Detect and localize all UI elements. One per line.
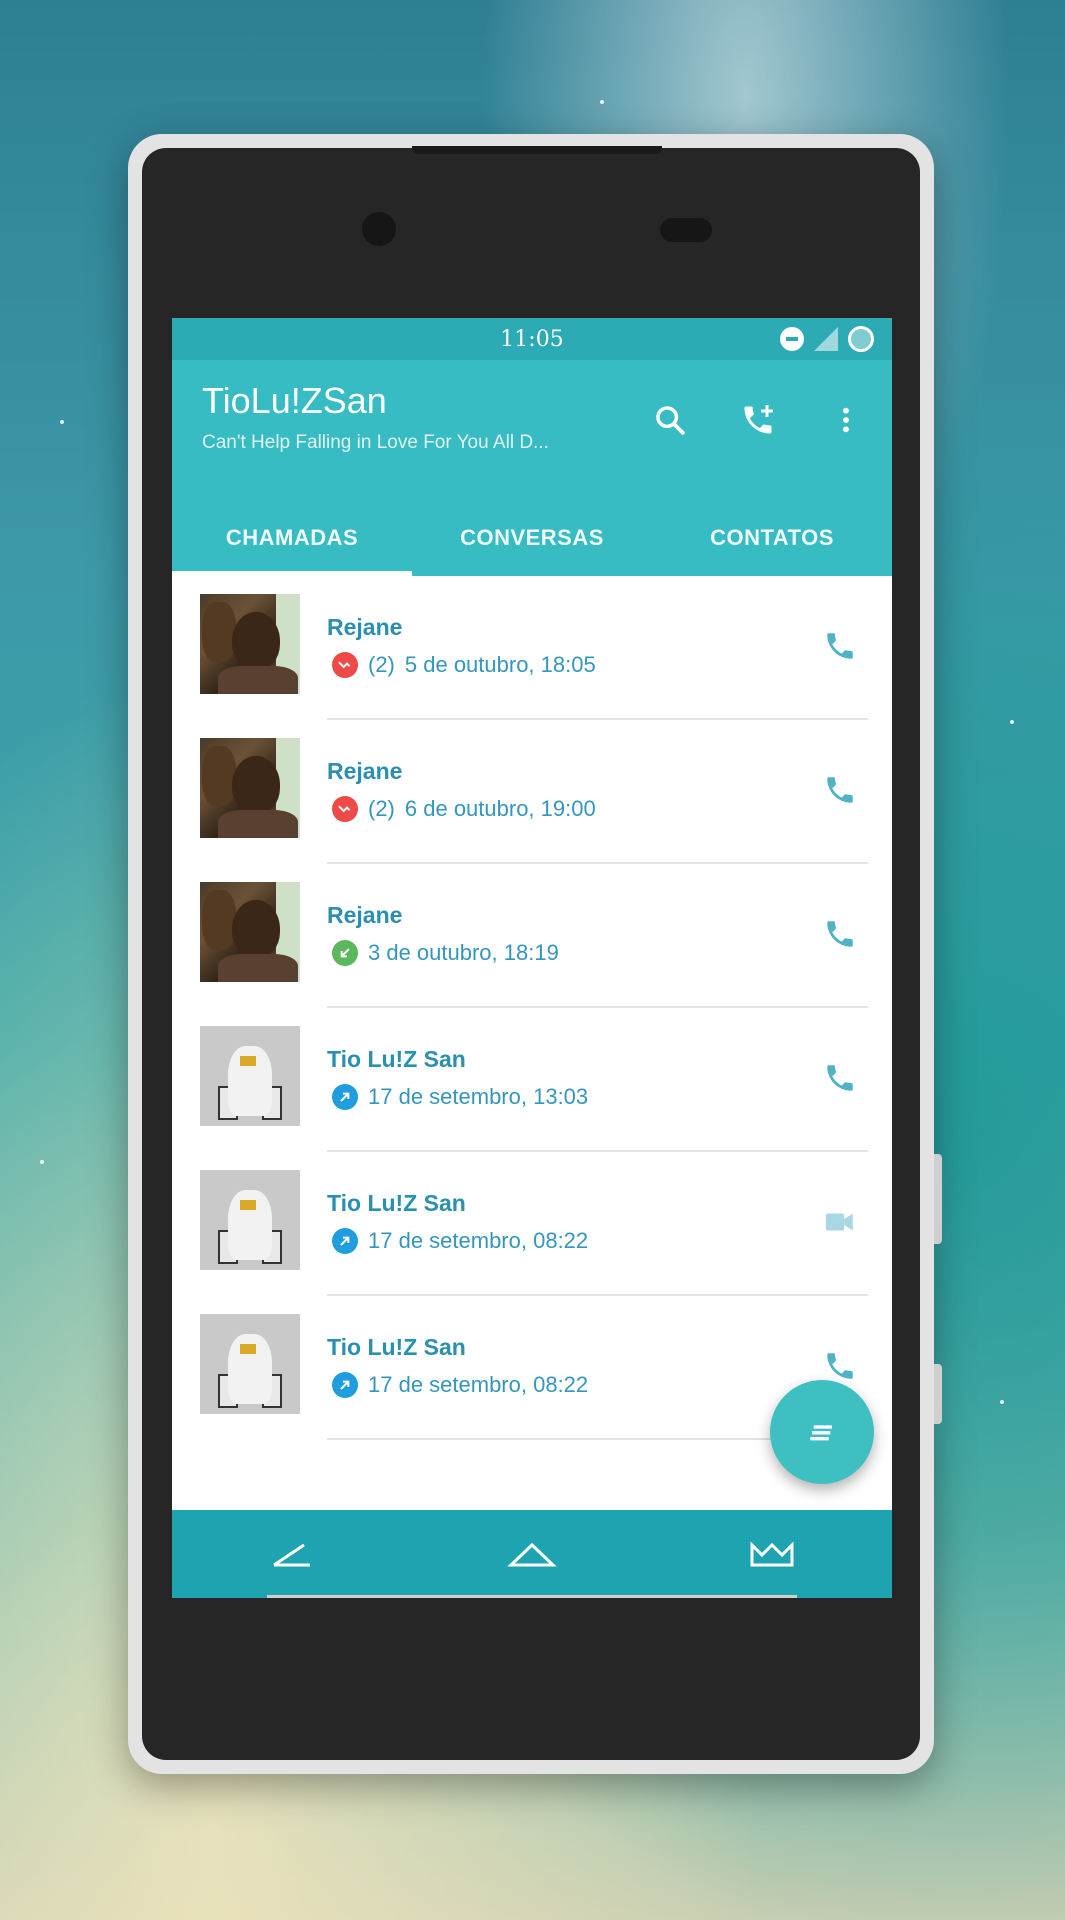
- received-call-icon: [332, 940, 358, 966]
- contact-name: Rejane: [327, 614, 403, 640]
- search-button[interactable]: [646, 396, 694, 444]
- crown-icon: [750, 1541, 794, 1567]
- missed-call-icon: [332, 652, 358, 678]
- call-meta: (2) 5 de outubro, 18:05: [332, 652, 596, 678]
- phone-icon: [827, 633, 853, 659]
- call-list: Rejane (2) 5 de outubro, 18:05 Rejane (2…: [172, 576, 892, 1440]
- call-meta: 17 de setembro, 08:22: [332, 1372, 588, 1398]
- avatar[interactable]: [200, 738, 300, 838]
- app-subtitle: Can't Help Falling in Love For You All D…: [202, 432, 549, 453]
- call-date: 17 de setembro, 08:22: [368, 1372, 589, 1397]
- more-vert-icon: [843, 407, 849, 433]
- outgoing-call-icon: [332, 1228, 358, 1254]
- dialpad-icon: [810, 1425, 832, 1441]
- back-icon: [273, 1543, 310, 1567]
- avatar[interactable]: [200, 1314, 300, 1414]
- missed-call-icon: [332, 796, 358, 822]
- app-bar: TioLu!ZSan Can't Help Falling in Love Fo…: [172, 360, 892, 500]
- status-time: 11:05: [500, 326, 564, 352]
- call-back-button[interactable]: [816, 766, 864, 814]
- do-not-disturb-icon: [780, 327, 804, 351]
- call-date: 6 de outubro, 19:00: [404, 796, 596, 821]
- contact-name: Rejane: [327, 902, 403, 928]
- tab-chamadas[interactable]: CHAMADAS: [172, 500, 412, 576]
- call-row[interactable]: Tio Lu!Z San 17 de setembro, 13:03: [172, 1008, 892, 1152]
- video-call-button[interactable]: [816, 1198, 864, 1246]
- call-meta: (2) 6 de outubro, 19:00: [332, 796, 596, 822]
- tab-bar: CHAMADAS CONVERSAS CONTATOS: [172, 500, 892, 576]
- front-camera: [362, 212, 396, 246]
- tab-contatos[interactable]: CONTATOS: [652, 500, 892, 576]
- background-star: [40, 1160, 44, 1164]
- signal-icon: [814, 327, 838, 351]
- background-star: [600, 100, 604, 104]
- phone-screen: 11:05 TioLu!ZSan Can't Help Falling in L…: [172, 318, 892, 1598]
- app-bar-actions: [646, 396, 870, 444]
- side-button: [934, 1364, 942, 1424]
- earpiece: [412, 146, 662, 154]
- status-bar: 11:05: [172, 318, 892, 360]
- status-icons: [780, 326, 874, 352]
- call-count: (2): [368, 652, 395, 677]
- avatar[interactable]: [200, 594, 300, 694]
- call-row[interactable]: Rejane 3 de outubro, 18:19: [172, 864, 892, 1008]
- phone-icon: [827, 1065, 853, 1091]
- call-row[interactable]: Rejane (2) 6 de outubro, 19:00: [172, 720, 892, 864]
- call-row[interactable]: Tio Lu!Z San 17 de setembro, 08:22: [172, 1152, 892, 1296]
- new-call-fab[interactable]: [770, 1380, 874, 1484]
- nav-home-button[interactable]: [412, 1510, 652, 1598]
- call-meta: 3 de outubro, 18:19: [332, 940, 559, 966]
- call-row[interactable]: Rejane (2) 5 de outubro, 18:05: [172, 576, 892, 720]
- call-back-button[interactable]: [816, 1054, 864, 1102]
- call-date: 17 de setembro, 08:22: [368, 1228, 589, 1253]
- outgoing-call-icon: [332, 1372, 358, 1398]
- avatar[interactable]: [200, 1026, 300, 1126]
- contact-name: Tio Lu!Z San: [327, 1190, 466, 1216]
- add-call-button[interactable]: [734, 396, 782, 444]
- home-icon: [507, 1542, 557, 1567]
- phone-icon: [827, 1353, 853, 1379]
- proximity-sensor: [660, 218, 712, 242]
- outgoing-call-icon: [332, 1084, 358, 1110]
- background-star: [1010, 720, 1014, 724]
- call-date: 17 de setembro, 13:03: [368, 1084, 589, 1109]
- add-call-icon: [744, 405, 773, 434]
- call-date: 5 de outubro, 18:05: [404, 652, 596, 677]
- nav-recents-button[interactable]: [652, 1510, 892, 1598]
- call-meta: 17 de setembro, 13:03: [332, 1084, 588, 1110]
- phone-icon: [827, 777, 853, 803]
- call-back-button[interactable]: [816, 910, 864, 958]
- avatar[interactable]: [200, 1170, 300, 1270]
- app-title: TioLu!ZSan: [202, 380, 387, 421]
- call-meta: 17 de setembro, 08:22: [332, 1228, 588, 1254]
- call-date: 3 de outubro, 18:19: [368, 940, 559, 965]
- contact-name: Tio Lu!Z San: [327, 1334, 466, 1360]
- nav-back-button[interactable]: [172, 1510, 412, 1598]
- navigation-bar: [172, 1510, 892, 1598]
- video-camera-icon: [825, 1213, 853, 1231]
- avatar[interactable]: [200, 882, 300, 982]
- contact-name: Tio Lu!Z San: [327, 1046, 466, 1072]
- phone-icon: [827, 921, 853, 947]
- battery-icon: [848, 326, 874, 352]
- contact-name: Rejane: [327, 758, 403, 784]
- call-count: (2): [368, 796, 395, 821]
- side-button: [934, 1154, 942, 1244]
- more-options-button[interactable]: [822, 396, 870, 444]
- search-icon: [656, 406, 685, 435]
- tab-conversas[interactable]: CONVERSAS: [412, 500, 652, 576]
- call-back-button[interactable]: [816, 622, 864, 670]
- background-star: [60, 420, 64, 424]
- background-star: [1000, 1400, 1004, 1404]
- gesture-line: [267, 1595, 797, 1598]
